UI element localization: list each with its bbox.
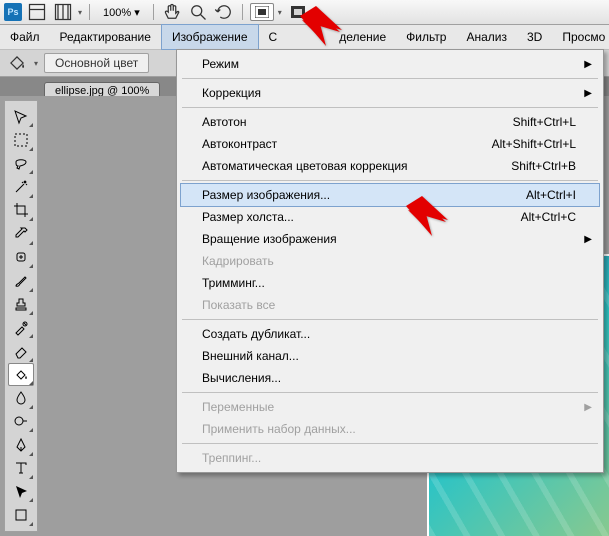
menu-edit[interactable]: Редактирование xyxy=(50,25,161,49)
history-brush-tool-icon[interactable] xyxy=(8,316,34,339)
submenu-arrow-icon: ▶ xyxy=(584,59,592,70)
menu-apply-data-set: Применить набор данных... xyxy=(180,418,600,440)
zoom-tool-icon[interactable] xyxy=(187,2,209,22)
menu-auto-color[interactable]: Автоматическая цветовая коррекцияShift+C… xyxy=(180,155,600,177)
marquee-tool-icon[interactable] xyxy=(8,128,34,151)
menu-duplicate[interactable]: Создать дубликат... xyxy=(180,323,600,345)
toolbox xyxy=(4,100,38,532)
foreground-swatch-label[interactable]: Основной цвет xyxy=(44,53,149,73)
dodge-tool-icon[interactable] xyxy=(8,410,34,433)
blur-tool-icon[interactable] xyxy=(8,386,34,409)
menu-trap: Треппинг... xyxy=(180,447,600,469)
menu-image-size[interactable]: Размер изображения...Alt+Ctrl+I xyxy=(180,183,600,207)
menu-trim[interactable]: Тримминг... xyxy=(180,272,600,294)
crop-tool-icon[interactable] xyxy=(8,199,34,222)
path-select-tool-icon[interactable] xyxy=(8,480,34,503)
red-arrow-annotation-icon xyxy=(296,6,344,54)
bridge-icon[interactable] xyxy=(26,2,48,22)
menu-auto-tone[interactable]: АвтотонShift+Ctrl+L xyxy=(180,111,600,133)
menu-separator xyxy=(182,107,598,108)
bucket-tool-indicator-icon[interactable] xyxy=(6,53,28,73)
menu-analysis[interactable]: Анализ xyxy=(456,25,517,49)
menu-3d[interactable]: 3D xyxy=(517,25,552,49)
submenu-arrow-icon: ▶ xyxy=(584,234,592,245)
swatch-label-text: Основной цвет xyxy=(55,56,138,70)
submenu-arrow-icon: ▶ xyxy=(584,88,592,99)
shape-tool-icon[interactable] xyxy=(8,503,34,526)
image-menu-dropdown: Режим▶ Коррекция▶ АвтотонShift+Ctrl+L Ав… xyxy=(176,49,604,473)
zoom-level[interactable]: 100% ▾ xyxy=(97,6,146,19)
menu-file[interactable]: Файл xyxy=(0,25,50,49)
menu-canvas-size[interactable]: Размер холста...Alt+Ctrl+C xyxy=(180,206,600,228)
wand-tool-icon[interactable] xyxy=(8,175,34,198)
eraser-tool-icon[interactable] xyxy=(8,339,34,362)
menu-image-rotation[interactable]: Вращение изображения▶ xyxy=(180,228,600,250)
submenu-arrow-icon: ▶ xyxy=(584,402,592,413)
menu-calculations[interactable]: Вычисления... xyxy=(180,367,600,389)
menu-auto-contrast[interactable]: АвтоконтрастAlt+Shift+Ctrl+L xyxy=(180,133,600,155)
menu-adjustments[interactable]: Коррекция▶ xyxy=(180,82,600,104)
menu-apply-image[interactable]: Внешний канал... xyxy=(180,345,600,367)
hand-tool-icon[interactable] xyxy=(161,2,183,22)
ps-logo-icon: Ps xyxy=(4,3,22,21)
eyedropper-tool-icon[interactable] xyxy=(8,222,34,245)
rotate-view-icon[interactable] xyxy=(213,2,235,22)
red-arrow-annotation-icon xyxy=(402,196,450,244)
brush-tool-icon[interactable] xyxy=(8,269,34,292)
screenmode-standard-icon[interactable] xyxy=(250,3,274,21)
menu-filter[interactable]: Фильтр xyxy=(396,25,456,49)
bucket-tool-icon[interactable] xyxy=(8,363,34,386)
type-tool-icon[interactable] xyxy=(8,457,34,480)
menu-image[interactable]: Изображение xyxy=(161,24,259,50)
menu-separator xyxy=(182,443,598,444)
pen-tool-icon[interactable] xyxy=(8,433,34,456)
menu-separator xyxy=(182,180,598,181)
menu-separator xyxy=(182,78,598,79)
stamp-tool-icon[interactable] xyxy=(8,293,34,316)
healing-tool-icon[interactable] xyxy=(8,246,34,269)
menu-separator xyxy=(182,392,598,393)
menu-variables: Переменные▶ xyxy=(180,396,600,418)
menu-view[interactable]: Просмо xyxy=(552,25,609,49)
history-icon[interactable] xyxy=(52,2,74,22)
menu-reveal-all: Показать все xyxy=(180,294,600,316)
lasso-tool-icon[interactable] xyxy=(8,152,34,175)
move-tool-icon[interactable] xyxy=(8,105,34,128)
menu-separator xyxy=(182,319,598,320)
menu-crop: Кадрировать xyxy=(180,250,600,272)
menu-mode[interactable]: Режим▶ xyxy=(180,53,600,75)
